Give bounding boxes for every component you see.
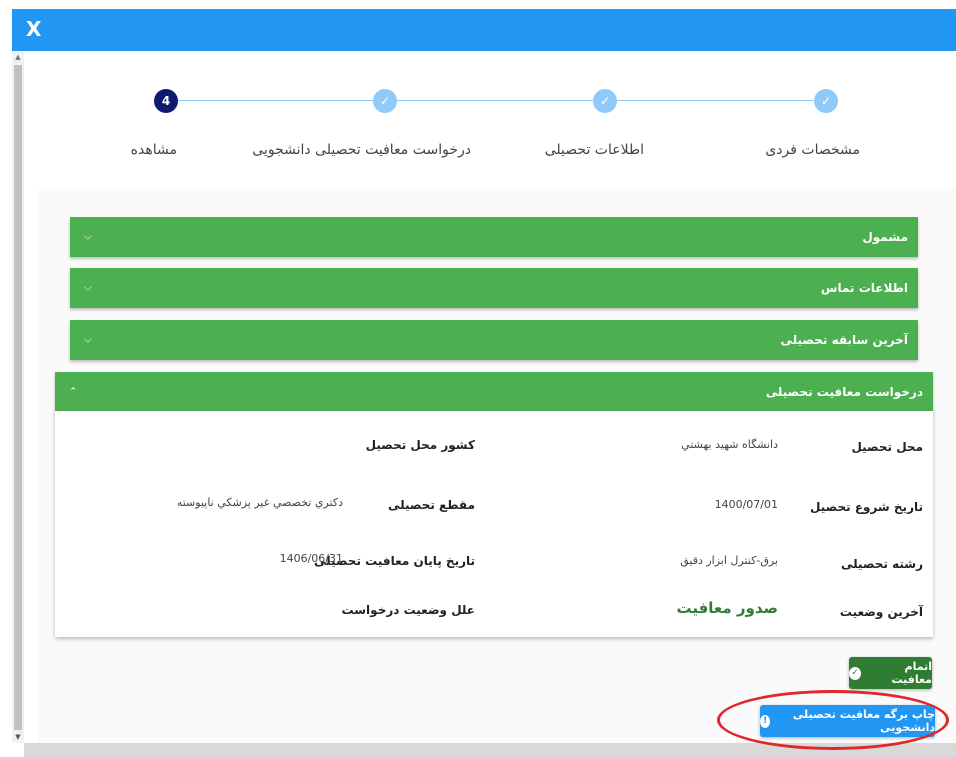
reasons-label: علل وضعیت درخواست [341,603,475,617]
accordion-title: مشمول [862,230,908,244]
accordion-title: درخواست معافیت تحصیلی [765,385,923,399]
finish-button-label: اتمام معافیت [891,660,933,686]
chevron-down-icon: ⌵ [84,282,92,294]
check-circle-icon: ✓ [849,666,861,680]
accordion-contact-info[interactable]: اطلاعات تماس ⌵ [70,268,918,308]
chevron-down-icon: ⌵ [84,334,92,346]
accordion-title: اطلاعات تماس [820,281,908,295]
step-1-check-icon: ✓ [814,89,838,113]
place-label: محل تحصیل [851,440,923,454]
step-connector [397,100,593,101]
close-button[interactable]: X [26,17,41,41]
scroll-up-arrow-icon[interactable]: ▲ [12,51,24,63]
start-date-value: 1400/07/01 [714,498,778,511]
exemption-details: محل تحصیل دانشگاه شهيد بهشتي کشور محل تح… [55,411,933,637]
step-4-number: 4 [154,89,178,113]
dialog-titlebar: X [12,9,956,51]
place-value: دانشگاه شهيد بهشتي [681,438,778,451]
country-label: کشور محل تحصیل [365,438,475,452]
dialog-window: X ▲ ▼ ✓ ✓ ✓ 4 مشخصات فردی اطلاعات تحصیلی… [0,0,956,757]
end-date-value: 1406/06/31 [279,552,343,565]
chevron-up-icon: ⌃ [69,386,78,398]
scrollbar-thumb[interactable] [14,65,22,730]
step-4-label: مشاهده [130,142,177,158]
accordion-exemption-request[interactable]: درخواست معافیت تحصیلی ⌃ [55,372,933,412]
step-1-label: مشخصات فردی [765,142,860,158]
field-of-study-label: رشته تحصیلی [841,557,923,571]
scroll-down-arrow-icon[interactable]: ▼ [12,731,24,743]
status-value: صدور معافیت [676,599,778,617]
accordion-last-education[interactable]: آخرین سابقه تحصیلی ⌵ [70,320,918,360]
print-exemption-button[interactable]: چاپ برگه معافیت تحصیلی دانشجویی ! [760,705,935,737]
step-3-check-icon: ✓ [373,89,397,113]
info-circle-icon: ! [760,714,771,728]
finish-exemption-button[interactable]: اتمام معافیت ✓ [849,657,932,689]
step-2-check-icon: ✓ [593,89,617,113]
accordion-mashmool[interactable]: مشمول ⌵ [70,217,918,257]
field-of-study-value: برق-كنترل ابزار دقيق [680,554,778,567]
level-label: مقطع تحصیلی [387,498,475,512]
step-connector [617,100,814,101]
bottom-divider [24,743,956,757]
step-connector [178,100,373,101]
step-2-label: اطلاعات تحصیلی [544,142,644,158]
level-value: دكتري تخصصي غير پزشكي ناپيوسته [176,496,343,509]
print-button-label: چاپ برگه معافیت تحصیلی دانشجویی [792,708,935,734]
step-3-label: درخواست معافیت تحصیلی دانشجویی [252,142,471,158]
start-date-label: تاریخ شروع تحصیل [810,500,923,514]
status-label: آخرین وضعیت [839,605,923,619]
vertical-scrollbar[interactable]: ▲ ▼ [12,51,24,743]
chevron-down-icon: ⌵ [84,231,92,243]
accordion-title: آخرین سابقه تحصیلی [780,333,908,347]
